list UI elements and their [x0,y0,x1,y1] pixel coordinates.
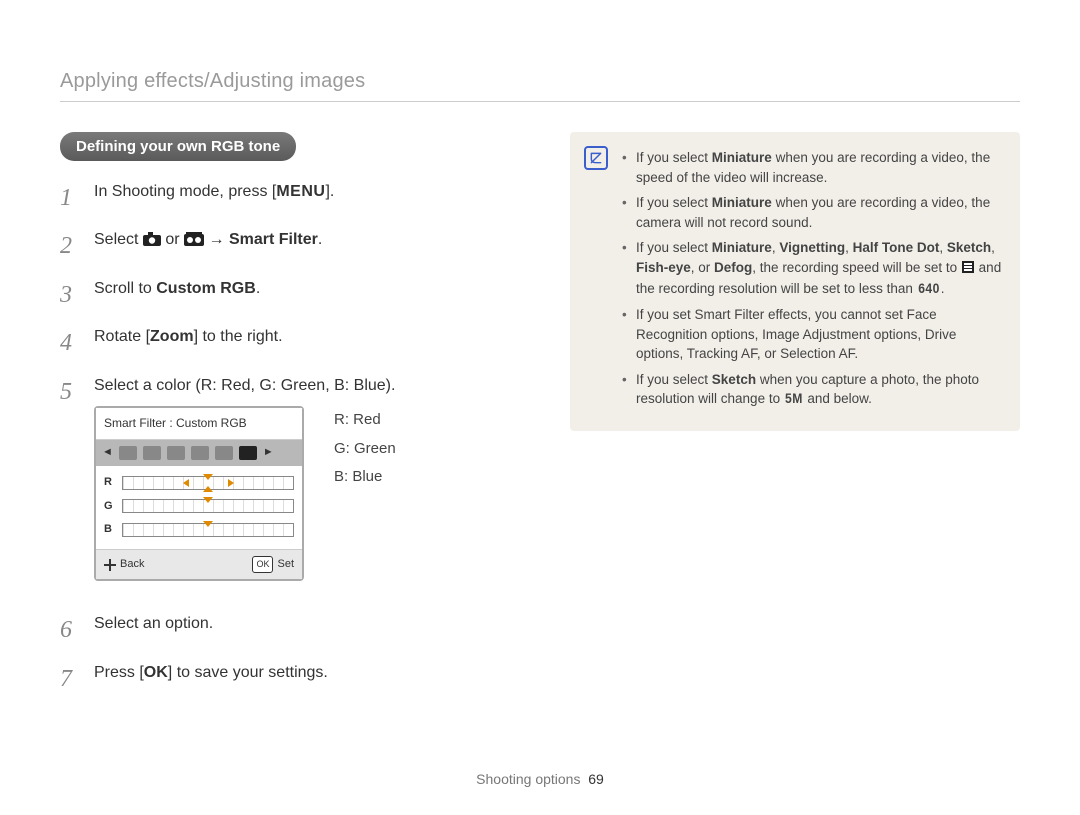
note-4: If you set Smart Filter effects, you can… [622,305,1002,364]
step4-bold: Zoom [150,328,194,345]
n3f: , [991,240,995,255]
n3b1: Miniature [712,240,772,255]
cam-tab-4 [191,446,209,460]
note-1: If you select Miniature when you are rec… [622,148,1002,187]
n3d: , [845,240,853,255]
step7-text-a: Press [ [94,664,144,681]
n1a: If you select [636,150,712,165]
step2-text-a: Select [94,231,143,248]
res-640-badge: 640 [918,279,940,299]
note-box: If you select Miniature when you are rec… [570,132,1020,431]
step-4: Rotate [Zoom] to the right. [60,324,510,362]
note-3: If you select Miniature, Vignetting, Hal… [622,238,1002,299]
rgb-legend: R: Red G: Green B: Blue [334,406,396,492]
step-7: Press [OK] to save your settings. [60,660,510,698]
slider-track-b [122,523,294,537]
section-pill: Defining your own RGB tone [60,132,296,161]
footer-section: Shooting options [476,771,580,787]
ok-key-icon: OK [252,556,273,572]
step6-text: Select an option. [94,611,510,637]
res-5m-badge: 5M [785,389,803,409]
step2-arrow: → [209,231,229,248]
step-1: In Shooting mode, press [MENU]. [60,179,510,217]
cam-sliders-area: R G B [96,466,302,549]
cam-tab-6-active [239,446,257,460]
n2b: Miniature [712,195,772,210]
step-3: Scroll to Custom RGB. [60,276,510,314]
right-column: If you select Miniature when you are rec… [570,132,1020,708]
note-2: If you select Miniature when you are rec… [622,193,1002,232]
step2-bold: Smart Filter [229,231,318,248]
slider-row-r: R [104,474,294,492]
cam-footer: Back OKSet [96,549,302,580]
n3b6: Defog [714,260,752,275]
n3b5: Fish-eye [636,260,691,275]
step3-text-b: . [256,280,260,297]
note-5: If you select Sketch when you capture a … [622,370,1002,409]
step4-text-b: ] to the right. [194,328,283,345]
cam-set-label: Set [277,556,294,574]
cam-tab-left-arrow: ◄ [102,444,113,462]
slider-label-g: G [104,498,116,516]
cam-title: Smart Filter : Custom RGB [96,408,302,440]
n3e: , [939,240,947,255]
cam-set-button: OKSet [252,556,294,574]
n3b3: Half Tone Dot [853,240,940,255]
camera-video-icon [184,229,204,255]
slider-row-g: G [104,498,294,516]
slider-label-b: B [104,521,116,539]
slider-label-r: R [104,474,116,492]
step3-bold: Custom RGB [156,280,256,297]
n3b2: Vignetting [779,240,845,255]
step2-text-b: or [165,231,184,248]
n1b: Miniature [712,150,772,165]
slider-track-r [122,476,294,490]
page-header: Applying effects/Adjusting images [60,70,1020,102]
cam-back-label: Back [120,556,144,574]
step-5: Select a color (R: Red, G: Green, B: Blu… [60,373,510,602]
step4-text-a: Rotate [ [94,328,150,345]
n2a: If you select [636,195,712,210]
cam-tab-right-arrow: ► [263,444,274,462]
left-column: Defining your own RGB tone In Shooting m… [60,132,510,708]
step-2: Select or → Smart Filter. [60,227,510,265]
cam-tab-2 [143,446,161,460]
camera-photo-icon [143,229,161,255]
note-icon [584,146,608,170]
n5a: If you select [636,372,712,387]
legend-b: B: Blue [334,463,396,492]
cam-tab-3 [167,446,185,460]
camera-screen-mock: Smart Filter : Custom RGB ◄ ► [94,406,304,581]
page-number: 69 [588,771,604,787]
film-speed-icon [961,260,975,280]
step2-text-c: . [318,231,322,248]
n3b4: Sketch [947,240,991,255]
page-footer: Shooting options 69 [0,771,1080,787]
cam-back-button: Back [104,556,144,574]
cam-tab-5 [215,446,233,460]
cam-tab-strip: ◄ ► [96,440,302,466]
steps-list: In Shooting mode, press [MENU]. Select o… [60,179,510,698]
slider-track-g [122,499,294,513]
legend-r: R: Red [334,406,396,435]
step3-text-a: Scroll to [94,280,156,297]
legend-g: G: Green [334,435,396,464]
step1-text-b: ]. [325,183,334,200]
step-6: Select an option. [60,611,510,649]
n3a: If you select [636,240,712,255]
step7-text-b: ] to save your settings. [168,664,328,681]
cam-tab-1 [119,446,137,460]
n5b: Sketch [712,372,756,387]
n3j: . [941,281,945,296]
n5d: and below. [804,391,872,406]
step1-text-a: In Shooting mode, press [ [94,183,276,200]
n3h: , the recording speed will be set to [752,260,961,275]
ok-label: OK [144,664,168,681]
n3g: , or [691,260,714,275]
slider-row-b: B [104,521,294,539]
step5-text: Select a color (R: Red, G: Green, B: Blu… [94,373,510,399]
dpad-icon [104,559,116,571]
menu-label: MENU [276,183,325,200]
